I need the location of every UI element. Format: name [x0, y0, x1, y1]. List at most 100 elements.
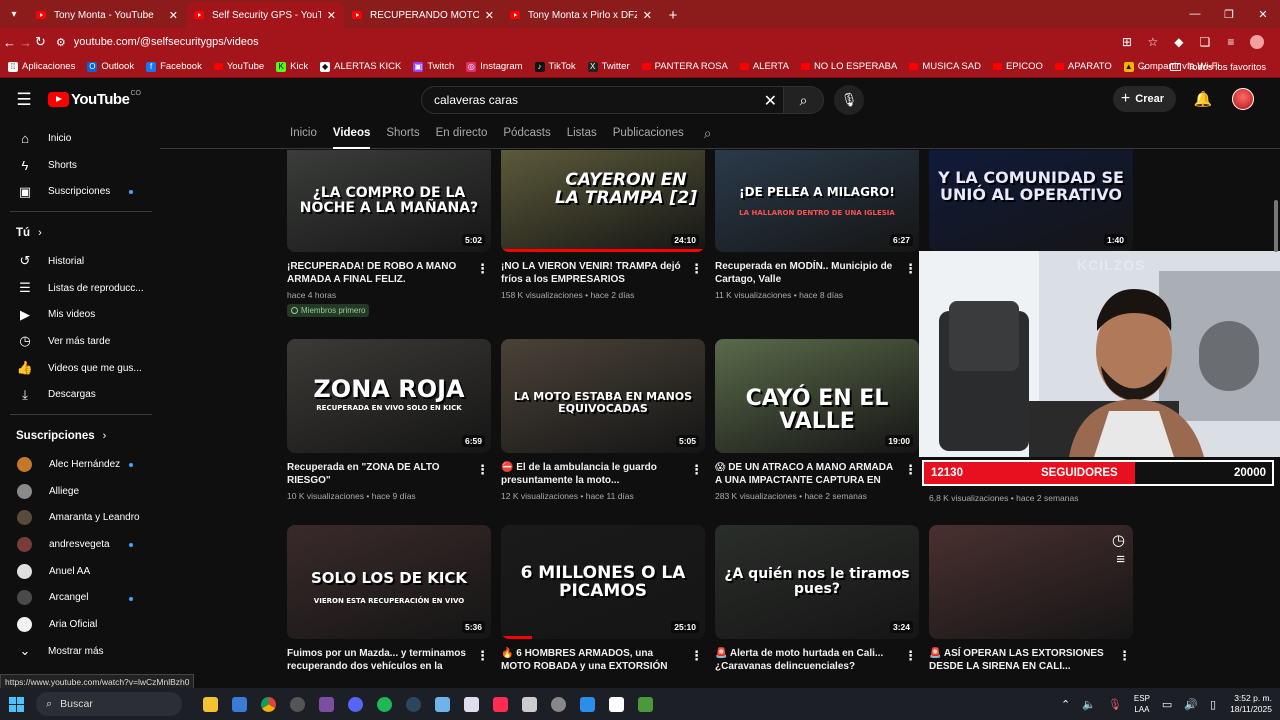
reload-button[interactable]: ↻ [35, 30, 46, 54]
video-card[interactable]: ZONA ROJA RECUPERADA EN VIVO SOLO EN KICK… [287, 339, 491, 501]
volume-icon[interactable]: 🔈 [1082, 698, 1096, 711]
video-card[interactable]: Y LA COMUNIDAD SE UNIÓ AL OPERATIVO 1:40 [929, 150, 1133, 252]
more-actions-icon[interactable]: ⋮ [476, 261, 489, 277]
speaker-icon[interactable]: 🔊 [1184, 698, 1198, 711]
channel-search-icon[interactable]: ⌕ [704, 121, 712, 142]
video-title[interactable]: ⛔ El de la ambulancia le guardo presunta… [501, 461, 705, 487]
more-actions-icon[interactable]: ⋮ [904, 648, 917, 664]
tab-publicaciones[interactable]: Publicaciones [613, 121, 684, 149]
page-scrollbar[interactable] [1274, 200, 1278, 252]
more-actions-icon[interactable]: ⋮ [690, 648, 703, 664]
steam-icon[interactable] [399, 690, 428, 718]
notifications-bell-icon[interactable]: 🔔 [1186, 90, 1220, 108]
close-window-button[interactable]: ✕ [1246, 0, 1280, 28]
forward-button[interactable]: → [19, 30, 32, 54]
restore-button[interactable]: ❐ [1212, 0, 1246, 28]
bookmark-item[interactable]: K Kick [270, 57, 314, 77]
video-thumbnail[interactable]: LA MOTO ESTABA EN MANOS EQUIVOCADAS 5:05 [501, 339, 705, 453]
video-card[interactable]: ¿A quién nos le tiramos pues? 3:24 🚨 Alert… [715, 525, 919, 673]
search-button[interactable]: ⌕ [784, 86, 824, 114]
bing-icon[interactable] [573, 690, 602, 718]
network-icon[interactable]: ▭ [1162, 698, 1172, 711]
tab-search-menu[interactable]: ▾ [0, 0, 28, 28]
video-card[interactable]: SOLO LOS DE KICK VIERON ESTA RECUPERACIÓN… [287, 525, 491, 673]
capcut-icon[interactable] [602, 690, 631, 718]
chrome-icon[interactable] [254, 690, 283, 718]
more-actions-icon[interactable]: ⋮ [690, 462, 703, 478]
video-title[interactable]: 🚨 ASÍ OPERAN LAS EXTORSIONES DESDE LA SI… [929, 647, 1133, 673]
tab-pódcasts[interactable]: Pódcasts [503, 121, 550, 149]
video-card[interactable]: LA MOTO ESTABA EN MANOS EQUIVOCADAS 5:05 ⛔… [501, 339, 705, 501]
tiktok-icon[interactable] [486, 690, 515, 718]
video-thumbnail[interactable]: SOLO LOS DE KICK VIERON ESTA RECUPERACIÓN… [287, 525, 491, 639]
all-bookmarks[interactable]: Todos los favoritos [1164, 57, 1272, 77]
bookmark-item[interactable]: ◆ ALERTAS KICK [314, 57, 407, 77]
bookmark-item[interactable]: PANTERA ROSA [636, 57, 734, 77]
battery-icon[interactable]: ▯ [1210, 698, 1216, 711]
language-indicator[interactable]: ESP LAA [1134, 693, 1150, 715]
search-input[interactable]: calaveras caras ✕ [421, 86, 784, 114]
tab-en-directo[interactable]: En directo [436, 121, 488, 149]
winrar-icon[interactable] [312, 690, 341, 718]
install-app-icon[interactable]: ⊞ [1114, 30, 1140, 54]
discord-icon[interactable] [341, 690, 370, 718]
store-icon[interactable] [225, 690, 254, 718]
more-actions-icon[interactable]: ⋮ [1118, 648, 1131, 664]
video-thumbnail[interactable]: ¿A quién nos le tiramos pues? 3:24 [715, 525, 919, 639]
video-card[interactable]: CAYÓ EN EL VALLE 19:00 😱 DE UN ATRACO A MA… [715, 339, 919, 501]
more-actions-icon[interactable]: ⋮ [690, 261, 703, 277]
browser-tab[interactable]: Tony Monta - YouTube ✕ [28, 2, 186, 28]
bookmark-item[interactable]: f Facebook [140, 57, 208, 77]
video-thumbnail[interactable]: ◷ ≡ [929, 525, 1133, 639]
video-title[interactable]: Fuimos por un Mazda... y terminamos recu… [287, 647, 491, 673]
tab-close-icon[interactable]: ✕ [485, 9, 494, 22]
video-title[interactable]: ¡NO LA VIERON VENIR! TRAMPA dejó fríos a… [501, 260, 705, 286]
bookmark-item[interactable]: O Outlook [81, 57, 140, 77]
video-thumbnail[interactable]: ¿LA COMPRO DE LA NOCHE A LA MAÑANA? 5:02 [287, 150, 491, 252]
bookmark-item[interactable]: MUSICA SAD [903, 57, 987, 77]
browser-tab[interactable]: Tony Monta x Pirlo x DFZM x To ✕ [502, 2, 660, 28]
tab-close-icon[interactable]: ✕ [643, 9, 652, 22]
add-to-queue-icon[interactable]: ≡ [1116, 551, 1125, 568]
video-thumbnail[interactable]: CAYERON EN LA TRAMPA [2] 24:10 [501, 150, 705, 252]
bookmark-item[interactable]: ▣ Twitch [407, 57, 460, 77]
create-button[interactable]: + Crear [1112, 86, 1176, 112]
video-card[interactable]: ¿LA COMPRO DE LA NOCHE A LA MAÑANA? 5:02 ¡… [287, 150, 491, 317]
document-icon[interactable] [457, 690, 486, 718]
clear-search-icon[interactable]: ✕ [764, 91, 777, 111]
video-card[interactable]: ¡DE PELEA A MILAGRO! LA HALLARON DENTRO D… [715, 150, 919, 300]
minimize-button[interactable]: — [1178, 0, 1212, 28]
bookmark-item[interactable]: APARATO [1049, 57, 1118, 77]
notes-icon[interactable] [515, 690, 544, 718]
bookmark-item[interactable]: ⁞⁞ Aplicaciones [2, 57, 81, 77]
bookmark-star-icon[interactable]: ☆ [1140, 30, 1166, 54]
browser-menu-icon[interactable]: ⋮ [1270, 30, 1280, 54]
bookmark-item[interactable]: YouTube [208, 57, 270, 77]
taskbar-search-input[interactable]: ⌕ Buscar [36, 692, 182, 716]
media-list-icon[interactable]: ≡ [1218, 30, 1244, 54]
video-card[interactable]: 6 MILLONES O LA PICAMOS 25:10 🔥 6 HOMBRES … [501, 525, 705, 673]
bookmark-item[interactable]: EPICOO [987, 57, 1049, 77]
video-title[interactable]: Recuperada en MODÍN.. Municipio de Carta… [715, 260, 919, 286]
start-button[interactable] [0, 688, 32, 720]
bookmark-item[interactable]: ALERTA [734, 57, 795, 77]
new-tab-button[interactable]: + [660, 2, 686, 28]
back-button[interactable]: ← [3, 30, 16, 54]
more-actions-icon[interactable]: ⋮ [476, 462, 489, 478]
video-thumbnail[interactable]: Y LA COMUNIDAD SE UNIÓ AL OPERATIVO 1:40 [929, 150, 1133, 252]
clock[interactable]: 3:52 p. m. 18/11/2025 [1230, 693, 1272, 715]
tab-shorts[interactable]: Shorts [386, 121, 419, 149]
extension-diamond-icon[interactable]: ◆ [1166, 30, 1192, 54]
video-thumbnail[interactable]: 6 MILLONES O LA PICAMOS 25:10 [501, 525, 705, 639]
bookmark-item[interactable]: NO LO ESPERABA [795, 57, 903, 77]
tab-videos[interactable]: Videos [332, 121, 371, 149]
tab-listas[interactable]: Listas [567, 121, 597, 149]
tab-close-icon[interactable]: ✕ [327, 9, 336, 22]
bookmark-item[interactable]: ♪ TikTok [529, 57, 582, 77]
chevron-up-icon[interactable]: ⌃ [1061, 698, 1070, 711]
tab-close-icon[interactable]: ✕ [169, 9, 178, 22]
more-actions-icon[interactable]: ⋮ [904, 462, 917, 478]
sidebar-item-home[interactable]: ⌂ Inicio [0, 125, 160, 152]
video-title[interactable]: ¡RECUPERADA! DE ROBO A MANO ARMADA A FIN… [287, 260, 491, 286]
video-thumbnail[interactable]: ZONA ROJA RECUPERADA EN VIVO SOLO EN KICK… [287, 339, 491, 453]
